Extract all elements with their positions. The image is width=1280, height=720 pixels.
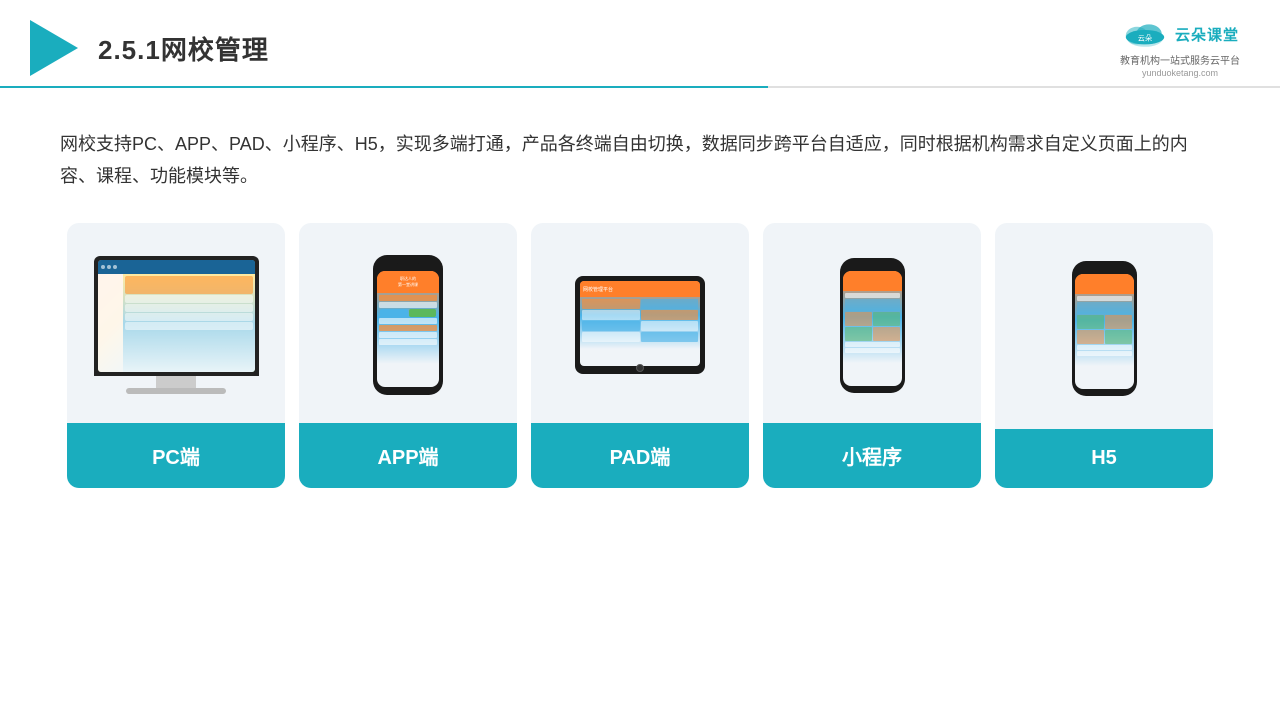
brand-name: 云朵课堂 xyxy=(1175,24,1239,45)
header-divider xyxy=(0,86,1280,88)
card-pc-label: PC端 xyxy=(67,423,285,488)
tablet-home-btn xyxy=(636,364,644,372)
card-miniprogram-image xyxy=(763,223,981,423)
card-app: 职达人的第一堂讲课 xyxy=(299,223,517,488)
tablet-mockup: 网校管理平台 xyxy=(575,276,705,374)
card-pc-image xyxy=(67,223,285,423)
mini-notch xyxy=(862,265,882,269)
brand-url: yunduoketang.com xyxy=(1142,68,1218,78)
card-miniprogram-label: 小程序 xyxy=(763,423,981,488)
card-h5-label: H5 xyxy=(995,429,1213,488)
mini-phone-outer xyxy=(840,258,905,393)
card-h5: H5 xyxy=(995,223,1213,488)
pc-screen-inner xyxy=(98,260,255,372)
phone-outer-app: 职达人的第一堂讲课 xyxy=(373,255,443,395)
mini-phone-outer-h5 xyxy=(1072,261,1137,396)
mini-notch-h5 xyxy=(1094,268,1114,272)
page-title: 2.5.1网校管理 xyxy=(98,30,269,67)
phone-mockup-app: 职达人的第一堂讲课 xyxy=(373,255,443,395)
svg-text:云朵: 云朵 xyxy=(1138,33,1152,42)
cloud-icon: 云朵 xyxy=(1121,18,1169,50)
tablet-outer: 网校管理平台 xyxy=(575,276,705,374)
mini-screen xyxy=(843,271,902,386)
card-app-label: APP端 xyxy=(299,423,517,488)
brand-icon: 云朵 云朵课堂 xyxy=(1121,18,1239,50)
logo-triangle xyxy=(30,20,78,76)
header: 2.5.1网校管理 云朵 云朵课堂 教育机构一站式服务云平台 yunduoket… xyxy=(0,0,1280,78)
phone-mockup-mini xyxy=(840,258,905,393)
phone-notch-app xyxy=(396,263,420,268)
card-h5-image xyxy=(995,223,1213,429)
pc-screen-outer xyxy=(94,256,259,376)
phone-screen-app: 职达人的第一堂讲课 xyxy=(377,271,439,387)
phone-mockup-h5 xyxy=(1072,261,1137,396)
brand-logo: 云朵 云朵课堂 教育机构一站式服务云平台 yunduoketang.com xyxy=(1120,18,1240,78)
cards-container: PC端 职达人的第一堂讲课 xyxy=(0,223,1280,488)
tablet-screen: 网校管理平台 xyxy=(580,281,700,366)
pc-mockup xyxy=(94,256,259,394)
card-miniprogram: 小程序 xyxy=(763,223,981,488)
card-pad: 网校管理平台 xyxy=(531,223,749,488)
card-pad-label: PAD端 xyxy=(531,423,749,488)
card-pc: PC端 xyxy=(67,223,285,488)
description-text: 网校支持PC、APP、PAD、小程序、H5，实现多端打通，产品各终端自由切换，数… xyxy=(60,128,1220,193)
mini-screen-h5 xyxy=(1075,274,1134,389)
brand-subtitle: 教育机构一站式服务云平台 xyxy=(1120,52,1240,67)
card-pad-image: 网校管理平台 xyxy=(531,223,749,423)
card-app-image: 职达人的第一堂讲课 xyxy=(299,223,517,423)
